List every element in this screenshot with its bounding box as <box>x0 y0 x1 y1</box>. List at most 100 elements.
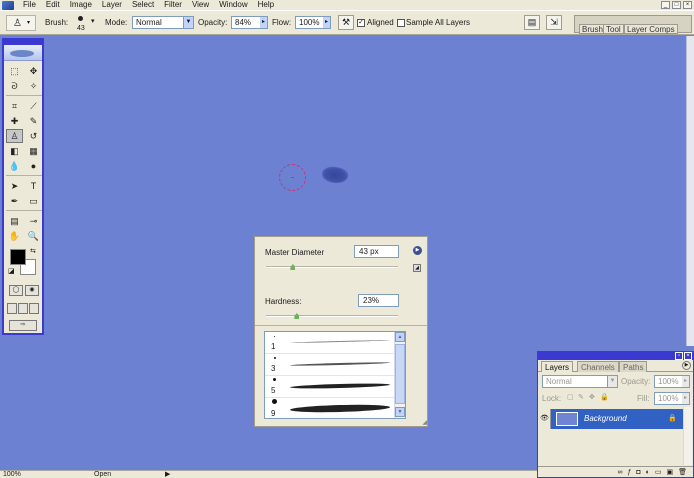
reset-diameter-icon[interactable]: ◢ <box>413 264 421 272</box>
layers-palette-titlebar[interactable]: ▫ × <box>538 352 693 360</box>
maximize-button[interactable]: □ <box>672 1 681 9</box>
blur-tool[interactable]: 💧 <box>6 159 23 173</box>
fill-field[interactable]: 100% ▸ <box>654 392 690 405</box>
screen-mode-full-button[interactable] <box>29 303 39 314</box>
eraser-tool[interactable]: ◧ <box>6 144 23 158</box>
aligned-checkbox[interactable]: ✓ <box>357 19 365 27</box>
lock-position-icon[interactable]: ✥ <box>589 393 595 401</box>
brush-tool[interactable]: ✎ <box>25 114 42 128</box>
lock-image-icon[interactable]: ✎ <box>578 393 584 401</box>
gradient-tool[interactable]: ▦ <box>25 144 42 158</box>
menu-filter[interactable]: Filter <box>159 0 187 10</box>
tab-channels[interactable]: Channels <box>577 361 619 372</box>
menu-help[interactable]: Help <box>253 0 279 10</box>
sample-all-layers-checkbox[interactable] <box>397 19 405 27</box>
lock-all-icon[interactable]: 🔒 <box>600 393 609 401</box>
delete-layer-icon[interactable]: 🗑 <box>678 468 687 476</box>
fill-slider-arrow-icon[interactable]: ▸ <box>682 393 689 404</box>
brush-preset-row[interactable]: 5 <box>265 376 395 398</box>
brush-panel-menu-icon[interactable]: ▶ <box>413 246 422 255</box>
hand-tool[interactable]: ✋ <box>6 229 23 243</box>
opacity-field[interactable]: 84% ▸ <box>231 16 268 29</box>
brush-picker-arrow-icon[interactable]: ▾ <box>91 17 95 25</box>
swap-colors-icon[interactable]: ⇆ <box>30 247 36 255</box>
add-mask-icon[interactable]: ◘ <box>636 469 640 476</box>
move-tool[interactable]: ✥ <box>25 64 42 78</box>
tool-preset-picker[interactable]: ♙ ▾ <box>6 15 36 31</box>
diameter-slider-thumb[interactable] <box>290 264 296 270</box>
brush-preset-row[interactable]: 3 <box>265 354 395 376</box>
brush-preview-icon[interactable] <box>78 16 83 21</box>
quick-mask-mode-button[interactable]: ◉ <box>25 285 39 296</box>
well-tab-layer-comps[interactable]: Layer Comps <box>624 24 678 34</box>
foreground-color-swatch[interactable] <box>10 249 26 265</box>
menu-layer[interactable]: Layer <box>97 0 127 10</box>
new-layer-icon[interactable]: ▣ <box>666 468 673 476</box>
menu-file[interactable]: File <box>18 0 41 10</box>
default-colors-icon[interactable]: ◪ <box>8 267 15 275</box>
diameter-slider-track[interactable] <box>266 266 398 268</box>
well-tab-tool[interactable]: Tool <box>603 24 624 34</box>
visibility-eye-icon[interactable]: 👁 <box>539 409 551 429</box>
zoom-readout[interactable]: 100% <box>3 471 21 478</box>
flow-field[interactable]: 100% ▸ <box>295 16 331 29</box>
layer-style-icon[interactable]: ƒ <box>627 469 631 476</box>
flow-slider-arrow-icon[interactable]: ▸ <box>323 17 330 28</box>
master-diameter-field[interactable]: 43 px <box>354 245 399 258</box>
opacity-slider-arrow-icon[interactable]: ▸ <box>260 17 267 28</box>
layers-opacity-field[interactable]: 100% ▸ <box>654 375 690 388</box>
healing-brush-tool[interactable]: ✚ <box>6 114 23 128</box>
tab-paths[interactable]: Paths <box>619 361 648 372</box>
clone-stamp-tool[interactable]: ♙ <box>6 129 23 143</box>
zoom-tool[interactable]: 🔍 <box>25 229 42 243</box>
screen-mode-full-menu-button[interactable] <box>18 303 28 314</box>
menu-edit[interactable]: Edit <box>41 0 65 10</box>
marquee-tool[interactable]: ⬚ <box>6 64 23 78</box>
menu-view[interactable]: View <box>187 0 214 10</box>
file-browser-icon[interactable]: ▤ <box>524 15 540 30</box>
magic-wand-tool[interactable]: ✧ <box>25 79 42 93</box>
well-tab-brush[interactable]: Brush <box>579 24 606 34</box>
eyedropper-tool[interactable]: ⊸ <box>25 214 42 228</box>
slice-tool[interactable]: ⟋ <box>25 99 42 113</box>
hardness-field[interactable]: 23% <box>358 294 399 307</box>
menu-select[interactable]: Select <box>127 0 159 10</box>
jump-to-imageready-button[interactable]: ⇨ <box>9 320 37 331</box>
new-group-icon[interactable]: ▭ <box>655 468 662 476</box>
link-layers-icon[interactable]: ∞ <box>617 469 622 476</box>
brush-preset-row[interactable]: 9 <box>265 398 395 418</box>
layer-row[interactable]: 👁 Background 🔒 <box>539 409 683 429</box>
minimize-palette-icon[interactable]: ▫ <box>675 352 683 360</box>
minimize-button[interactable]: _ <box>661 1 670 9</box>
adobe-online-icon[interactable] <box>4 45 42 61</box>
airbrush-icon[interactable]: ⚒ <box>338 15 354 30</box>
close-palette-icon[interactable]: × <box>684 352 692 360</box>
preset-list-scrollbar[interactable]: ▲ ▼ <box>394 332 405 418</box>
screen-mode-standard-button[interactable] <box>7 303 17 314</box>
pen-tool[interactable]: ✒ <box>6 194 23 208</box>
blend-mode-select[interactable]: Normal ▼ <box>542 375 618 388</box>
resize-grip-icon[interactable]: ◢ <box>422 419 427 426</box>
opacity-slider-arrow-icon[interactable]: ▸ <box>682 376 689 387</box>
scroll-down-icon[interactable]: ▼ <box>395 407 405 417</box>
adjustment-layer-icon[interactable]: ◐ <box>646 469 650 476</box>
close-button[interactable]: × <box>683 1 692 9</box>
toggle-palettes-icon[interactable]: ⇲ <box>546 15 562 30</box>
mode-select[interactable]: Normal ▼ <box>132 16 194 29</box>
lock-transparency-icon[interactable]: ▢ <box>567 393 574 401</box>
path-selection-tool[interactable]: ➤ <box>6 179 23 193</box>
scroll-up-icon[interactable]: ▲ <box>395 332 405 342</box>
crop-tool[interactable]: ⌗ <box>6 99 23 113</box>
hardness-slider-thumb[interactable] <box>294 313 300 319</box>
vertical-scrollbar[interactable] <box>686 36 694 346</box>
notes-tool[interactable]: ▤ <box>6 214 23 228</box>
palette-menu-icon[interactable]: ▶ <box>682 361 691 370</box>
tab-layers[interactable]: Layers <box>541 361 574 372</box>
type-tool[interactable]: T <box>25 179 42 193</box>
menu-window[interactable]: Window <box>214 0 252 10</box>
brush-preset-row[interactable]: 1 <box>265 332 395 354</box>
layers-scrollbar[interactable] <box>683 407 692 465</box>
standard-mode-button[interactable]: ◯ <box>9 285 23 296</box>
menu-image[interactable]: Image <box>65 0 97 10</box>
dodge-tool[interactable]: ● <box>25 159 42 173</box>
